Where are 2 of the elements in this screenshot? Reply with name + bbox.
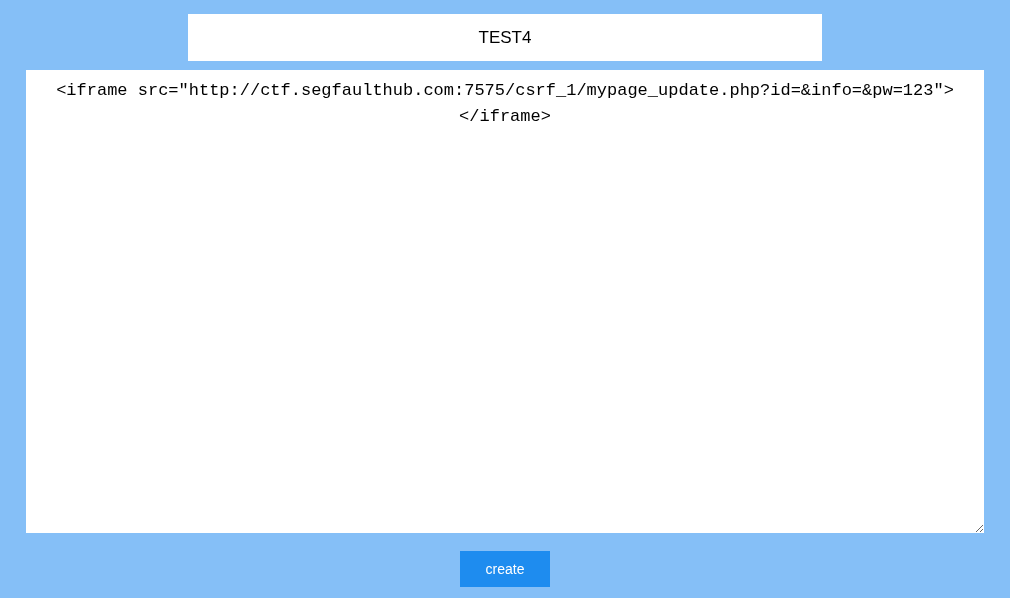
content-field[interactable]: <iframe src="http://ctf.segfaulthub.com:7575/csrf_1/mypage_update.php?id=&info=&pw=123"></iframe> — [26, 70, 984, 533]
title-field[interactable]: TEST4 — [188, 14, 822, 61]
